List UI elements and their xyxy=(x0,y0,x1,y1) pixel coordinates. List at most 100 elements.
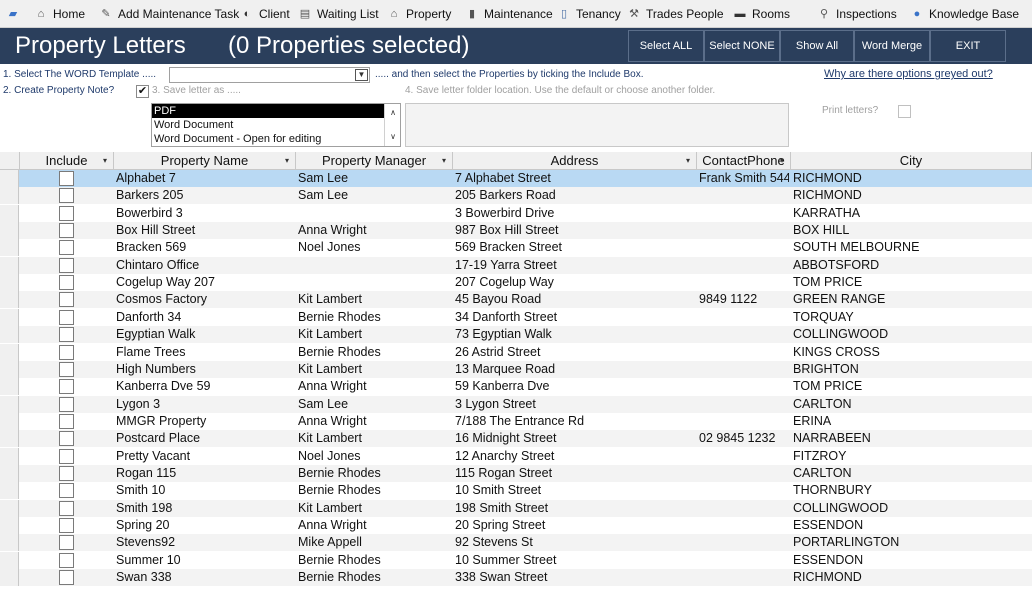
cell-city[interactable]: TORQUAY xyxy=(793,309,1030,326)
cell-city[interactable]: RICHMOND xyxy=(793,187,1030,204)
select-none-button[interactable]: Select NONE xyxy=(704,30,780,62)
include-checkbox[interactable] xyxy=(59,483,74,499)
cell-city[interactable]: SOUTH MELBOURNE xyxy=(793,239,1030,256)
cell-city[interactable]: RICHMOND xyxy=(793,170,1030,187)
save-format-option[interactable]: Word Document - Open for editing xyxy=(152,132,400,146)
row-selector[interactable] xyxy=(0,551,19,569)
cell-address[interactable]: 16 Midnight Street xyxy=(455,430,695,447)
select-all-button[interactable]: Select ALL xyxy=(628,30,704,62)
exit-button[interactable]: EXIT xyxy=(930,30,1006,62)
cell-address[interactable]: 10 Summer Street xyxy=(455,552,695,569)
cell-phone[interactable]: 9849 1122 xyxy=(699,291,789,308)
cell-name[interactable]: Smith 10 xyxy=(116,482,294,499)
folder-location-field[interactable] xyxy=(405,103,789,147)
table-row[interactable]: Swan 338 Bernie Rhodes 338 Swan Street RICH… xyxy=(0,569,1032,587)
include-checkbox[interactable] xyxy=(59,518,74,533)
cell-name[interactable]: Rogan 115 xyxy=(116,465,294,482)
cell-city[interactable]: PORTARLINGTON xyxy=(793,534,1030,551)
cell-name[interactable]: Egyptian Walk xyxy=(116,326,294,343)
sort-dropdown-icon[interactable]: ▾ xyxy=(780,152,784,169)
cell-manager[interactable]: Anna Wright xyxy=(298,517,451,534)
cell-address[interactable]: 115 Rogan Street xyxy=(455,465,695,482)
include-checkbox[interactable] xyxy=(59,500,74,516)
cell-name[interactable]: Barkers 205 xyxy=(116,187,294,204)
table-row[interactable]: Cosmos Factory Kit Lambert 45 Bayou Road 98… xyxy=(0,291,1032,309)
include-checkbox[interactable] xyxy=(59,292,74,308)
sort-dropdown-icon[interactable]: ▾ xyxy=(103,152,107,169)
nav-item-trades-people[interactable]: ⚒ Trades People xyxy=(627,0,724,28)
cell-address[interactable]: 205 Barkers Road xyxy=(455,187,695,204)
column-header-property-manager[interactable]: Property Manager ▾ xyxy=(296,152,453,170)
cell-manager[interactable]: Sam Lee xyxy=(298,396,451,413)
cell-manager[interactable]: Anna Wright xyxy=(298,378,451,395)
print-letters-checkbox[interactable] xyxy=(898,105,911,118)
cell-phone[interactable] xyxy=(699,413,789,430)
nav-item-tenancy[interactable]: ▯ Tenancy xyxy=(557,0,621,28)
row-selector[interactable] xyxy=(0,412,19,430)
include-checkbox[interactable] xyxy=(59,240,74,256)
cell-phone[interactable] xyxy=(699,326,789,343)
table-row[interactable]: Bracken 569 Noel Jones 569 Bracken Street S… xyxy=(0,239,1032,257)
cell-address[interactable]: 207 Cogelup Way xyxy=(455,274,695,291)
cell-phone[interactable] xyxy=(699,222,789,239)
cell-city[interactable]: COLLINGWOOD xyxy=(793,326,1030,343)
cell-address[interactable]: 73 Egyptian Walk xyxy=(455,326,695,343)
nav-item-add-maintenance-task[interactable]: ✎ Add Maintenance Task xyxy=(99,0,239,28)
cell-phone[interactable] xyxy=(699,187,789,204)
cell-city[interactable]: TOM PRICE xyxy=(793,378,1030,395)
cell-manager[interactable]: Bernie Rhodes xyxy=(298,465,451,482)
table-row[interactable]: Lygon 3 Sam Lee 3 Lygon Street CARLTON xyxy=(0,395,1032,413)
nav-item-knowledge-base[interactable]: ● Knowledge Base xyxy=(910,0,1019,28)
include-checkbox[interactable] xyxy=(59,448,74,464)
include-checkbox[interactable] xyxy=(59,327,74,343)
cell-city[interactable]: ESSENDON xyxy=(793,517,1030,534)
cell-phone[interactable] xyxy=(699,239,789,256)
column-header-include[interactable]: Include ▾ xyxy=(20,152,114,170)
include-checkbox[interactable] xyxy=(59,344,74,360)
row-selector[interactable] xyxy=(0,534,19,552)
include-checkbox[interactable] xyxy=(59,257,74,273)
sort-dropdown-icon[interactable]: ▾ xyxy=(442,152,446,169)
cell-manager[interactable]: Anna Wright xyxy=(298,222,451,239)
cell-phone[interactable] xyxy=(699,274,789,291)
chevron-down-icon[interactable]: ∨ xyxy=(387,131,399,143)
cell-name[interactable]: Cosmos Factory xyxy=(116,291,294,308)
cell-manager[interactable]: Kit Lambert xyxy=(298,326,451,343)
cell-manager[interactable]: Noel Jones xyxy=(298,239,451,256)
cell-phone[interactable] xyxy=(699,378,789,395)
cell-phone[interactable] xyxy=(699,448,789,465)
nav-item-waiting-list[interactable]: ▤ Waiting List xyxy=(298,0,379,28)
include-checkbox[interactable] xyxy=(59,535,74,551)
cell-address[interactable]: 569 Bracken Street xyxy=(455,239,695,256)
cell-city[interactable]: CARLTON xyxy=(793,396,1030,413)
row-selector[interactable] xyxy=(0,308,19,326)
cell-manager[interactable]: Kit Lambert xyxy=(298,500,451,517)
cell-manager[interactable] xyxy=(298,205,451,222)
row-selector[interactable] xyxy=(0,170,19,187)
column-header-contactphone[interactable]: ContactPhone ▾ xyxy=(697,152,791,170)
cell-city[interactable]: ABBOTSFORD xyxy=(793,257,1030,274)
cell-city[interactable]: BOX HILL xyxy=(793,222,1030,239)
cell-manager[interactable]: Bernie Rhodes xyxy=(298,552,451,569)
cell-name[interactable]: Bowerbird 3 xyxy=(116,205,294,222)
row-selector[interactable] xyxy=(0,326,19,344)
row-selector[interactable] xyxy=(0,274,19,292)
row-selector[interactable] xyxy=(0,360,19,378)
cell-name[interactable]: Smith 198 xyxy=(116,500,294,517)
table-row[interactable]: Barkers 205 Sam Lee 205 Barkers Road RICHMO… xyxy=(0,187,1032,205)
sort-dropdown-icon[interactable]: ▾ xyxy=(285,152,289,169)
cell-name[interactable]: Postcard Place xyxy=(116,430,294,447)
table-row[interactable]: Smith 198 Kit Lambert 198 Smith Street COLL… xyxy=(0,499,1032,517)
cell-manager[interactable]: Mike Appell xyxy=(298,534,451,551)
cell-manager[interactable]: Kit Lambert xyxy=(298,291,451,308)
include-checkbox[interactable] xyxy=(59,205,74,221)
nav-item-property[interactable]: ⌂ Property xyxy=(387,0,452,28)
table-row[interactable]: Smith 10 Bernie Rhodes 10 Smith Street THOR… xyxy=(0,482,1032,500)
include-checkbox[interactable] xyxy=(59,188,74,204)
include-checkbox[interactable] xyxy=(59,379,74,395)
table-row[interactable]: Spring 20 Anna Wright 20 Spring Street ESSE… xyxy=(0,517,1032,534)
cell-manager[interactable] xyxy=(298,257,451,274)
include-checkbox[interactable] xyxy=(59,361,74,377)
cell-address[interactable]: 34 Danforth Street xyxy=(455,309,695,326)
include-checkbox[interactable] xyxy=(59,431,74,447)
